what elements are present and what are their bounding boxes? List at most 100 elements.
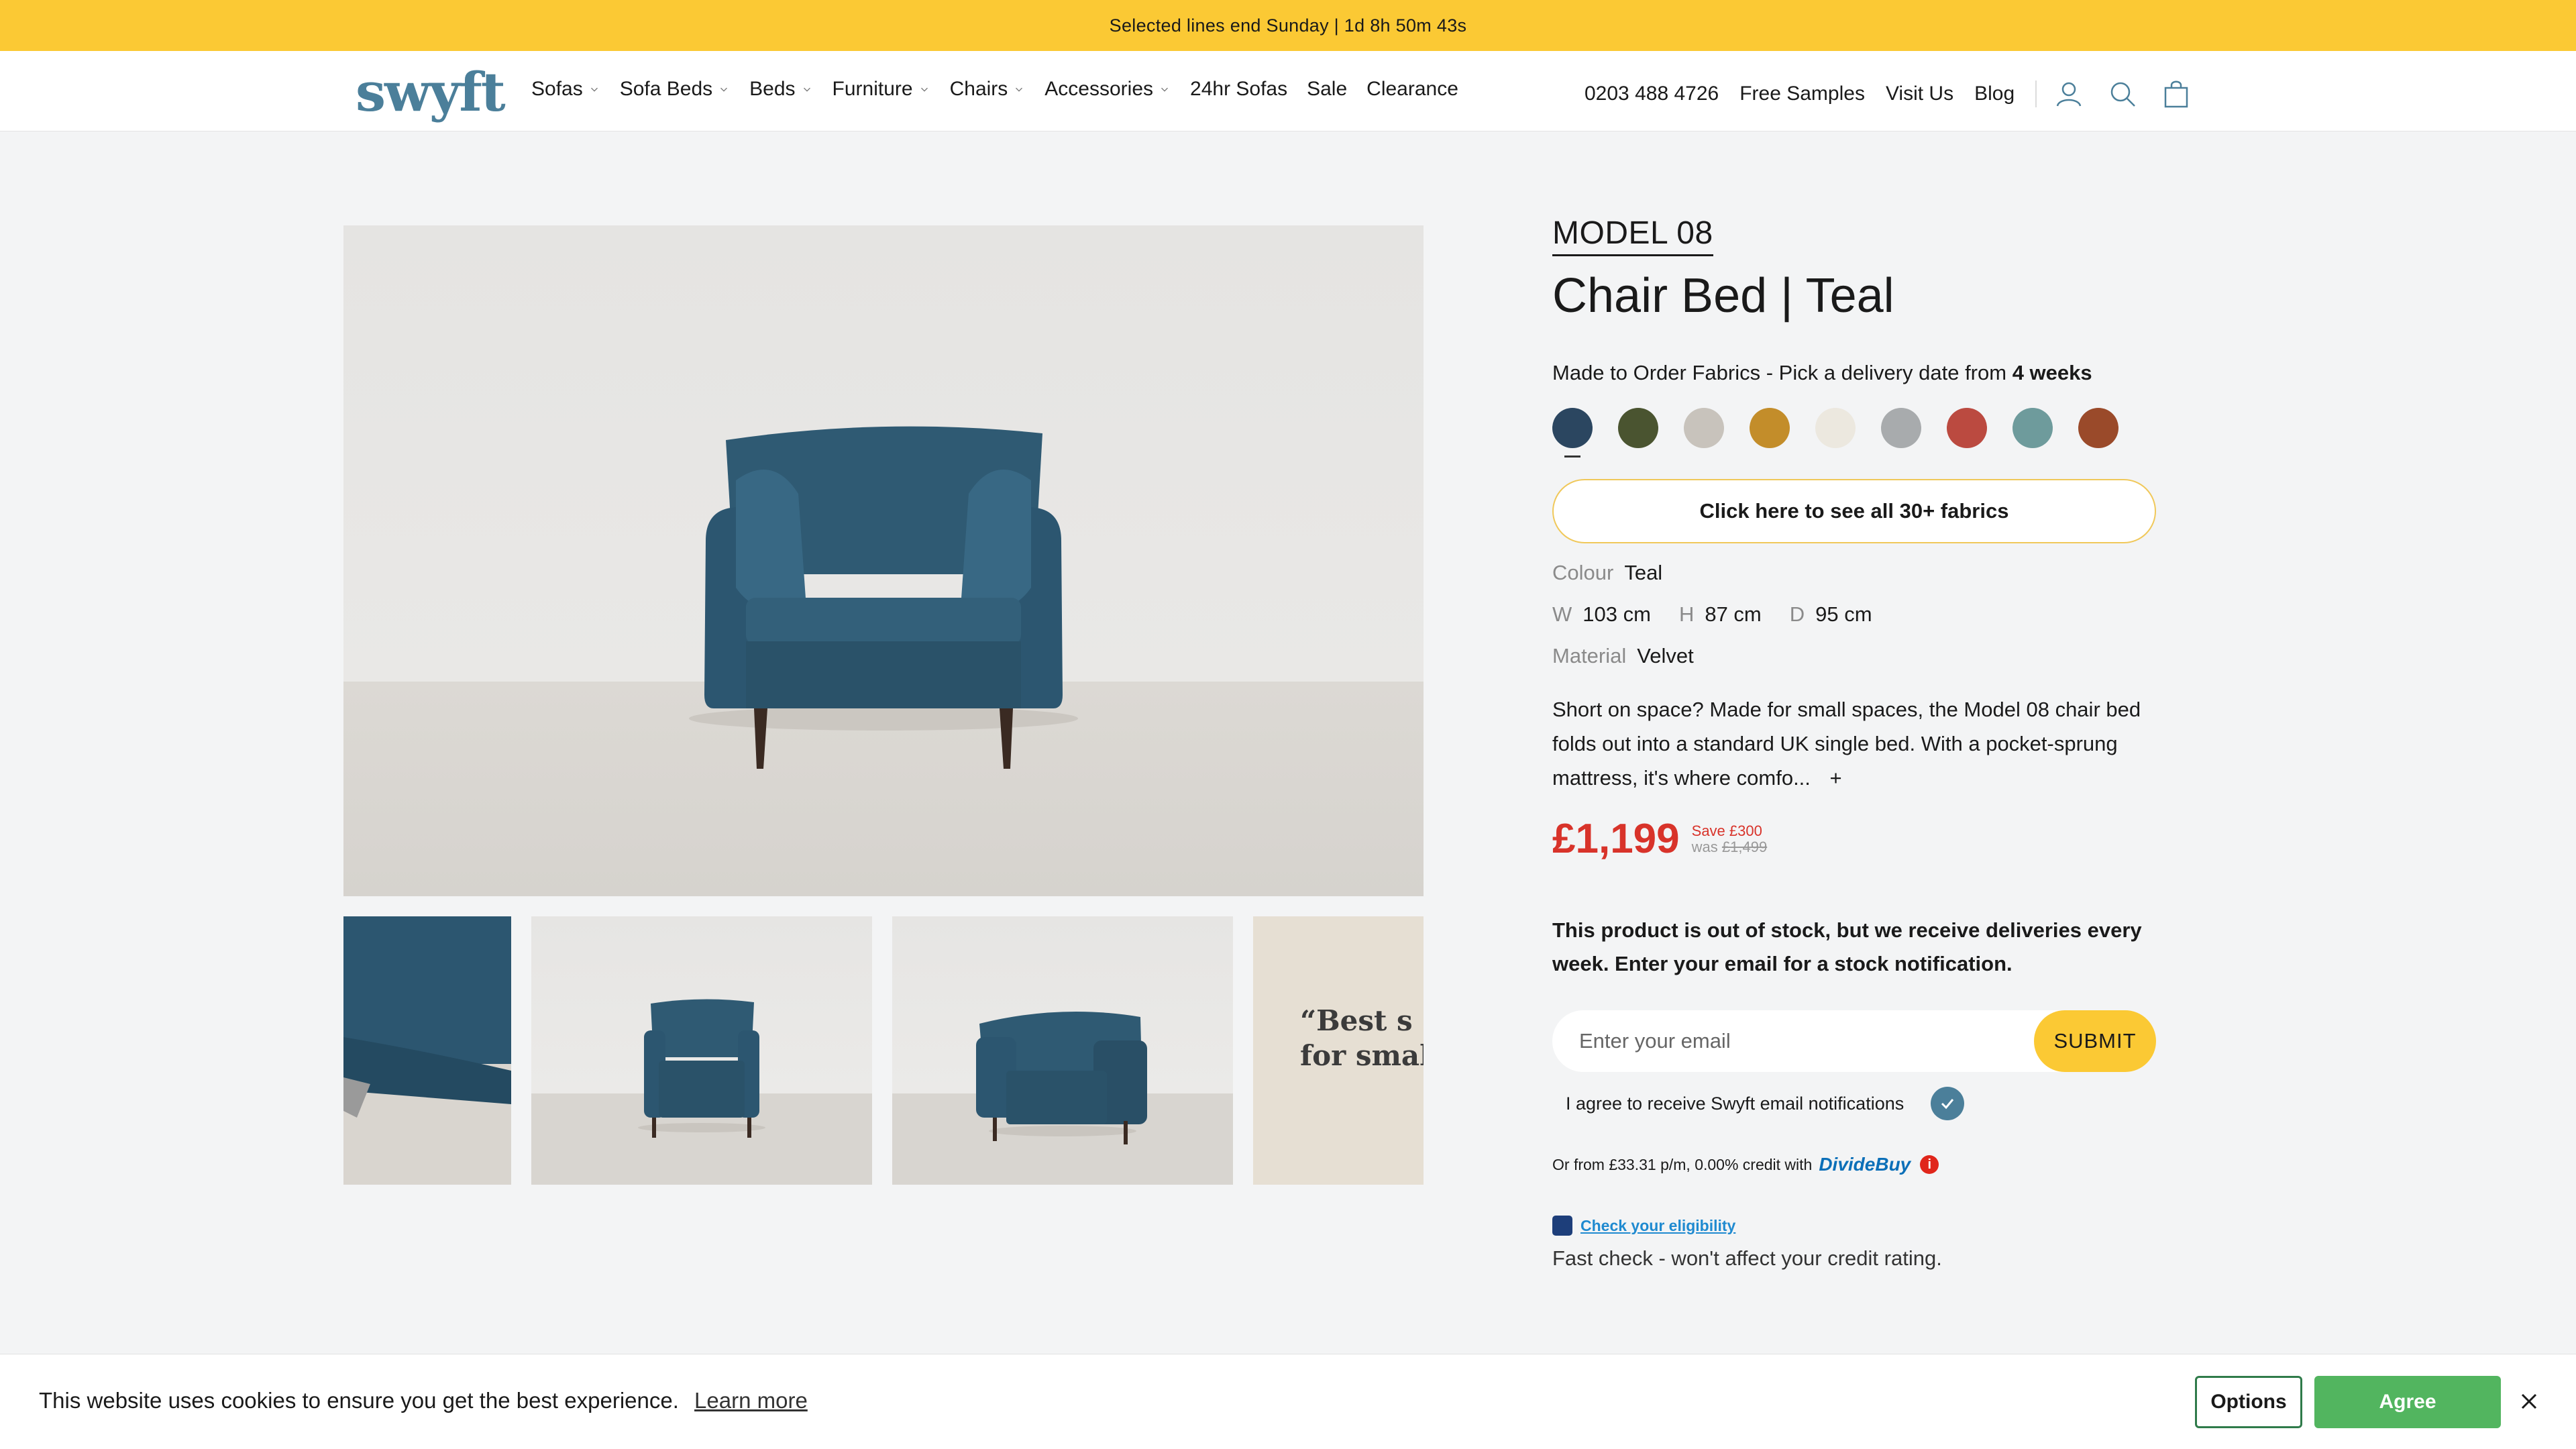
nav-sofas[interactable]: Sofas [531, 78, 600, 101]
delivery-text: Made to Order Fabrics - Pick a delivery … [1552, 361, 2012, 384]
quote-line: “Best s [1300, 1004, 1413, 1037]
spec-value: Teal [1624, 561, 1663, 584]
thumbnail-angle[interactable] [892, 916, 1233, 1185]
fabric-swatch[interactable] [1750, 408, 1790, 448]
fabric-swatch[interactable] [1618, 408, 1658, 448]
fabric-swatch[interactable] [1552, 408, 1593, 458]
nav-accessories[interactable]: Accessories [1044, 78, 1171, 101]
product-title: Chair Bed | Teal [1552, 269, 1894, 323]
chevron-down-icon [803, 87, 810, 92]
nav-label: Furniture [832, 78, 913, 100]
nav-label: Clearance [1366, 78, 1458, 100]
was-label: was [1691, 838, 1722, 855]
fabric-swatches [1552, 408, 2156, 458]
chair-bed-image [689, 426, 1078, 769]
see-all-fabrics-button[interactable]: Click here to see all 30+ fabrics [1552, 479, 2156, 543]
dividebuy-icon [1552, 1216, 1572, 1236]
nav-beds[interactable]: Beds [749, 78, 812, 101]
nav-furniture[interactable]: Furniture [833, 78, 930, 101]
finance-info: Or from £33.31 p/m, 0.00% credit with Di… [1552, 1154, 2156, 1175]
free-samples-link[interactable]: Free Samples [1739, 83, 1865, 105]
account-icon[interactable] [2053, 78, 2085, 110]
eligibility-row: Check your eligibility [1552, 1216, 2156, 1236]
fast-check-note: Fast check - won't affect your credit ra… [1552, 1246, 1942, 1270]
info-icon[interactable]: i [1920, 1155, 1939, 1174]
fabric-detail-image [343, 916, 511, 1185]
cookie-text: This website uses cookies to ensure you … [39, 1388, 679, 1413]
thumbnail-detail[interactable] [343, 916, 511, 1185]
bag-icon[interactable] [2160, 78, 2192, 110]
close-icon[interactable] [2517, 1389, 2541, 1413]
product-description: Short on space? Made for small spaces, t… [1552, 692, 2156, 795]
chevron-down-icon [720, 87, 728, 92]
consent-row: I agree to receive Swyft email notificat… [1552, 1087, 2156, 1120]
delivery-weeks: 4 weeks [2012, 361, 2092, 384]
nav-sofa-beds[interactable]: Sofa Beds [620, 78, 730, 101]
was-price: was £1,499 [1692, 839, 1768, 855]
product-info: MODEL 08 Chair Bed | Teal Made to Order … [1552, 215, 2156, 1271]
consent-checkbox[interactable] [1931, 1087, 1965, 1120]
delivery-info: Made to Order Fabrics - Pick a delivery … [1552, 361, 2156, 385]
promo-text: Selected lines end Sunday | 1d 8h 50m 43… [1109, 15, 1467, 36]
out-of-stock-message: This product is out of stock, but we rec… [1552, 918, 2142, 975]
nav-label: Sofas [531, 78, 583, 100]
spec-label: D [1789, 602, 1805, 626]
cookie-banner: This website uses cookies to ensure you … [0, 1354, 2576, 1449]
nav-sale[interactable]: Sale [1307, 78, 1347, 101]
spec-value: Velvet [1637, 644, 1694, 667]
stock-notify-form: SUBMIT [1552, 1010, 2156, 1072]
check-eligibility-link[interactable]: Check your eligibility [1580, 1217, 1735, 1235]
quote-line: G [1300, 1073, 1424, 1108]
nav-label: Beds [749, 78, 796, 100]
chevron-down-icon [1016, 87, 1023, 92]
spec-label: Colour [1552, 561, 1614, 584]
visit-us-link[interactable]: Visit Us [1886, 83, 1953, 105]
spec-label: H [1678, 602, 1695, 626]
thumbnail-front[interactable] [531, 916, 872, 1185]
promo-banner: Selected lines end Sunday | 1d 8h 50m 43… [0, 0, 2576, 51]
chevron-down-icon [590, 87, 598, 92]
nav-chairs[interactable]: Chairs [950, 78, 1026, 101]
main-nav: Sofas Sofa Beds Beds Furniture Chairs Ac… [531, 78, 1478, 101]
nav-label: Chairs [949, 78, 1008, 100]
chair-front-thumb [638, 999, 765, 1138]
search-icon[interactable] [2106, 78, 2139, 110]
model-link[interactable]: MODEL 08 [1552, 215, 1713, 256]
fabric-swatch[interactable] [2078, 408, 2118, 448]
nav-24hr-sofas[interactable]: 24hr Sofas [1190, 78, 1287, 101]
description-text: Short on space? Made for small spaces, t… [1552, 698, 2141, 790]
colour-spec: Colour Teal [1552, 561, 2156, 585]
spec-label: Material [1552, 644, 1627, 667]
learn-more-link[interactable]: Learn more [694, 1388, 808, 1413]
nav-label: 24hr Sofas [1190, 78, 1288, 100]
thumbnail-strip: “Best s for smal G [343, 916, 1424, 1185]
thumbnail-review[interactable]: “Best s for smal G [1253, 916, 1424, 1185]
site-logo[interactable]: swyft [356, 60, 506, 123]
chair-angle-thumb [976, 1012, 1147, 1144]
finance-text: Or from £33.31 p/m, 0.00% credit with [1552, 1155, 1813, 1173]
fabric-swatch[interactable] [2012, 408, 2053, 448]
email-input[interactable] [1579, 1010, 2022, 1072]
dividebuy-logo: DivideBuy [1819, 1154, 1911, 1175]
chevron-down-icon [920, 87, 928, 92]
spec-value: 95 cm [1815, 602, 1872, 626]
nav-clearance[interactable]: Clearance [1366, 78, 1458, 101]
nav-label: Sofa Beds [619, 78, 713, 100]
blog-link[interactable]: Blog [1974, 83, 2015, 105]
read-more-button[interactable]: + [1830, 766, 1842, 790]
fabric-swatch[interactable] [1684, 408, 1724, 448]
cookie-options-button[interactable]: Options [2195, 1376, 2302, 1428]
review-quote: “Best s for smal G [1300, 1004, 1424, 1108]
phone-link[interactable]: 0203 488 4726 [1585, 83, 1719, 105]
product-main-image[interactable] [343, 225, 1424, 896]
chevron-down-icon [1161, 87, 1168, 92]
nav-label: Accessories [1044, 78, 1154, 100]
fabric-swatch[interactable] [1881, 408, 1921, 448]
header-utilities: 0203 488 4726 Free Samples Visit Us Blog [1585, 78, 2192, 110]
fabric-swatch[interactable] [1947, 408, 1987, 448]
nav-label: Sale [1307, 78, 1348, 100]
spec-value: 87 cm [1705, 602, 1762, 626]
fabric-swatch[interactable] [1815, 408, 1856, 448]
cookie-agree-button[interactable]: Agree [2314, 1376, 2501, 1428]
submit-button[interactable]: SUBMIT [2034, 1010, 2156, 1072]
